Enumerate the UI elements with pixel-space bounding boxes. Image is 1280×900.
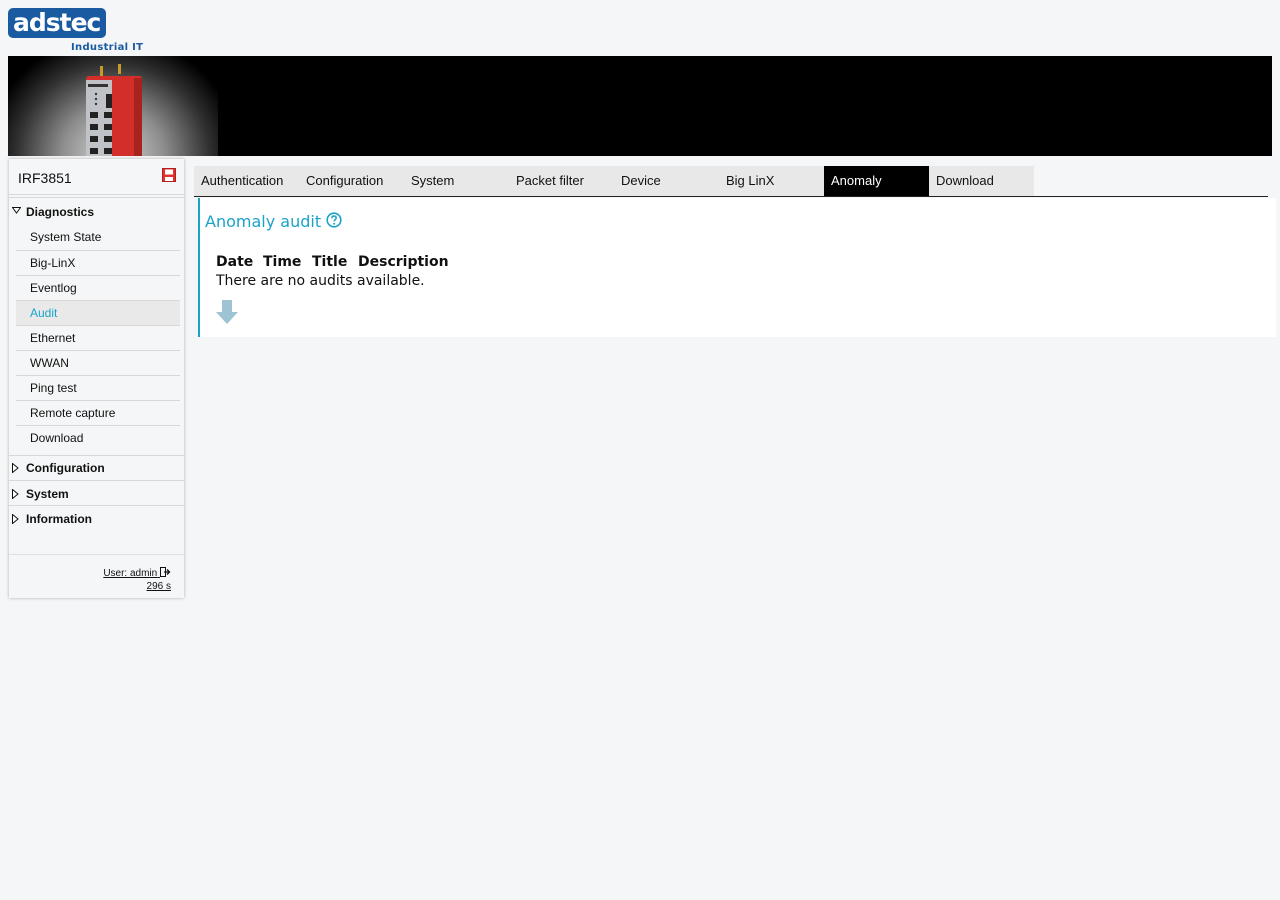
tab-anomaly[interactable]: Anomaly (824, 166, 929, 196)
sidebar-group-configuration[interactable]: Configuration (9, 456, 184, 480)
user-label: User: admin (103, 568, 158, 579)
sidebar-item-wwan[interactable]: WWAN (16, 350, 180, 375)
sidebar-divider (9, 197, 184, 198)
logo-tagline: Industrial IT (71, 42, 144, 53)
brand-logo: adstec Industrial IT (8, 8, 143, 54)
logout-icon (160, 567, 171, 577)
column-header-date: Date (216, 254, 254, 270)
sidebar-item-eventlog[interactable]: Eventlog (16, 275, 180, 300)
sidebar-group-diagnostics[interactable]: Diagnostics (9, 200, 184, 224)
sidebar-group-information[interactable]: Information (9, 507, 184, 531)
sidebar-item-audit[interactable]: Audit (16, 300, 180, 325)
sidebar: IRF3851 Diagnostics System State Big-Lin… (9, 159, 184, 598)
sidebar-group-label: Diagnostics (26, 205, 95, 219)
tab-device[interactable]: Device (614, 166, 719, 196)
sidebar-group-label: System (26, 487, 69, 501)
logo-wordmark: adstec (8, 8, 106, 38)
triangle-right-icon (12, 463, 19, 473)
help-icon[interactable] (326, 212, 342, 228)
sidebar-item-ethernet[interactable]: Ethernet (16, 325, 180, 350)
page-title: Anomaly audit (205, 212, 322, 231)
user-logout-link[interactable]: User: admin (103, 567, 171, 579)
tab-big-linx[interactable]: Big LinX (719, 166, 824, 196)
top-tabs: Authentication Configuration System Pack… (194, 166, 1268, 197)
sidebar-divider (9, 480, 184, 481)
tab-system[interactable]: System (404, 166, 509, 196)
sidebar-header: IRF3851 (9, 159, 184, 195)
tab-configuration[interactable]: Configuration (299, 166, 404, 196)
sidebar-divider (9, 505, 184, 506)
header-banner (8, 56, 1272, 156)
sidebar-footer: User: admin 296 s (9, 554, 184, 598)
sidebar-item-system-state[interactable]: System State (16, 225, 180, 250)
triangle-right-icon (12, 514, 19, 524)
sidebar-item-download[interactable]: Download (16, 425, 180, 450)
device-name: IRF3851 (18, 170, 72, 186)
diagnostics-items: System State Big-LinX Eventlog Audit Eth… (16, 225, 180, 450)
save-icon[interactable] (162, 168, 176, 182)
column-header-description: Description (358, 254, 449, 270)
triangle-right-icon (12, 489, 19, 499)
router-device-image (86, 64, 142, 156)
column-header-title: Title (312, 254, 348, 270)
sidebar-group-label: Configuration (26, 461, 105, 475)
column-header-time: Time (263, 254, 302, 270)
empty-state-message: There are no audits available. (216, 273, 425, 289)
session-timer[interactable]: 296 s (147, 581, 171, 592)
sidebar-item-remote-capture[interactable]: Remote capture (16, 400, 180, 425)
download-arrow-icon[interactable] (215, 299, 239, 325)
tab-packet-filter[interactable]: Packet filter (509, 166, 614, 196)
tab-download[interactable]: Download (929, 166, 1034, 196)
sidebar-group-system[interactable]: System (9, 482, 184, 506)
sidebar-item-big-linx[interactable]: Big-LinX (16, 250, 180, 275)
triangle-down-icon (12, 207, 21, 214)
content-panel: Anomaly audit Date Time Title Descriptio… (198, 198, 1276, 337)
sidebar-group-label: Information (26, 512, 92, 526)
tab-authentication[interactable]: Authentication (194, 166, 299, 196)
sidebar-item-ping-test[interactable]: Ping test (16, 375, 180, 400)
